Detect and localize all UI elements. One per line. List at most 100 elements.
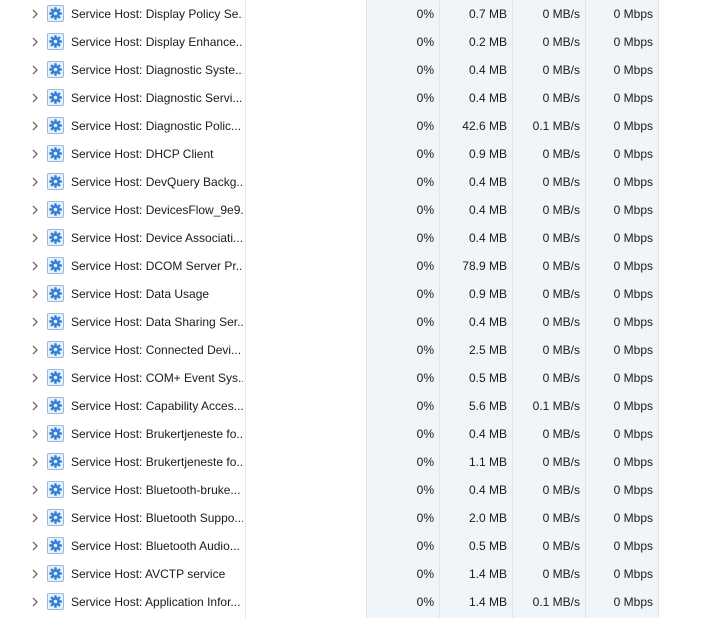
gear-icon: [47, 481, 64, 498]
disk-value: 0.1 MB/s: [532, 399, 580, 413]
process-row[interactable]: Service Host: DevicesFlow_9e9... 0% 0.4 …: [0, 196, 659, 224]
network-value: 0 Mbps: [613, 63, 653, 77]
chevron-right-icon[interactable]: [30, 372, 40, 384]
network-value: 0 Mbps: [613, 147, 653, 161]
process-name: Service Host: Diagnostic Syste...: [71, 63, 243, 77]
cpu-value: 0%: [416, 371, 434, 385]
process-row[interactable]: Service Host: DHCP Client 0% 0.9 MB 0 MB…: [0, 140, 659, 168]
memory-value: 2.5 MB: [468, 343, 507, 357]
process-row[interactable]: Service Host: Brukertjeneste fo... 0% 0.…: [0, 420, 659, 448]
chevron-right-icon[interactable]: [30, 512, 40, 524]
chevron-right-icon[interactable]: [30, 8, 40, 20]
memory-value: 0.4 MB: [468, 427, 507, 441]
process-name: Service Host: Connected Devi...: [71, 343, 242, 357]
chevron-right-icon[interactable]: [30, 344, 40, 356]
cpu-value: 0%: [416, 203, 434, 217]
chevron-right-icon[interactable]: [30, 288, 40, 300]
disk-value: 0 MB/s: [542, 175, 580, 189]
disk-value: 0.1 MB/s: [532, 119, 580, 133]
network-value: 0 Mbps: [613, 7, 653, 21]
process-row[interactable]: Service Host: Bluetooth Audio... 0% 0.5 …: [0, 532, 659, 560]
gear-icon: [47, 33, 64, 50]
process-row[interactable]: Service Host: Data Usage 0% 0.9 MB 0 MB/…: [0, 280, 659, 308]
chevron-right-icon[interactable]: [30, 120, 40, 132]
process-row[interactable]: Service Host: Bluetooth-bruke... 0% 0.4 …: [0, 476, 659, 504]
process-row[interactable]: Service Host: Brukertjeneste fo... 0% 1.…: [0, 448, 659, 476]
network-value: 0 Mbps: [613, 343, 653, 357]
process-name: Service Host: Brukertjeneste fo...: [71, 427, 243, 441]
memory-value: 0.4 MB: [468, 483, 507, 497]
disk-value: 0 MB/s: [542, 231, 580, 245]
gear-icon: [47, 453, 64, 470]
process-row[interactable]: Service Host: Capability Acces... 0% 5.6…: [0, 392, 659, 420]
cpu-value: 0%: [416, 455, 434, 469]
disk-value: 0 MB/s: [542, 511, 580, 525]
process-row[interactable]: Service Host: AVCTP service 0% 1.4 MB 0 …: [0, 560, 659, 588]
cpu-value: 0%: [416, 287, 434, 301]
network-value: 0 Mbps: [613, 539, 653, 553]
process-row[interactable]: Service Host: Device Associati... 0% 0.4…: [0, 224, 659, 252]
memory-value: 0.5 MB: [468, 371, 507, 385]
process-row[interactable]: Service Host: Diagnostic Servi... 0% 0.4…: [0, 84, 659, 112]
chevron-right-icon[interactable]: [30, 260, 40, 272]
gear-icon: [47, 593, 64, 610]
memory-value: 0.4 MB: [468, 231, 507, 245]
process-row[interactable]: Service Host: DevQuery Backg... 0% 0.4 M…: [0, 168, 659, 196]
process-row[interactable]: Service Host: Connected Devi... 0% 2.5 M…: [0, 336, 659, 364]
disk-value: 0 MB/s: [542, 91, 580, 105]
memory-value: 1.1 MB: [468, 455, 507, 469]
chevron-right-icon[interactable]: [30, 316, 40, 328]
chevron-right-icon[interactable]: [30, 148, 40, 160]
network-value: 0 Mbps: [613, 315, 653, 329]
gear-icon: [47, 397, 64, 414]
chevron-right-icon[interactable]: [30, 92, 40, 104]
disk-value: 0 MB/s: [542, 63, 580, 77]
disk-value: 0 MB/s: [542, 455, 580, 469]
memory-value: 0.4 MB: [468, 63, 507, 77]
network-value: 0 Mbps: [613, 511, 653, 525]
gear-icon: [47, 229, 64, 246]
disk-value: 0 MB/s: [542, 287, 580, 301]
disk-value: 0 MB/s: [542, 343, 580, 357]
chevron-right-icon[interactable]: [30, 568, 40, 580]
process-row[interactable]: Service Host: Display Enhance... 0% 0.2 …: [0, 28, 659, 56]
gear-icon: [47, 117, 64, 134]
process-name: Service Host: Bluetooth Suppo...: [71, 511, 243, 525]
cpu-value: 0%: [416, 91, 434, 105]
chevron-right-icon[interactable]: [30, 484, 40, 496]
gear-icon: [47, 61, 64, 78]
chevron-right-icon[interactable]: [30, 400, 40, 412]
memory-value: 0.5 MB: [468, 539, 507, 553]
chevron-right-icon[interactable]: [30, 232, 40, 244]
gear-icon: [47, 89, 64, 106]
memory-value: 78.9 MB: [462, 259, 507, 273]
process-row[interactable]: Service Host: DCOM Server Pr... 0% 78.9 …: [0, 252, 659, 280]
process-name: Service Host: Data Usage: [71, 287, 210, 301]
gear-icon: [47, 341, 64, 358]
process-row[interactable]: Service Host: Diagnostic Polic... 0% 42.…: [0, 112, 659, 140]
cpu-value: 0%: [416, 595, 434, 609]
chevron-right-icon[interactable]: [30, 596, 40, 608]
process-row[interactable]: Service Host: COM+ Event Sys... 0% 0.5 M…: [0, 364, 659, 392]
network-value: 0 Mbps: [613, 399, 653, 413]
disk-value: 0 MB/s: [542, 567, 580, 581]
chevron-right-icon[interactable]: [30, 428, 40, 440]
chevron-right-icon[interactable]: [30, 64, 40, 76]
process-row[interactable]: Service Host: Display Policy Se... 0% 0.…: [0, 0, 659, 28]
chevron-right-icon[interactable]: [30, 36, 40, 48]
network-value: 0 Mbps: [613, 91, 653, 105]
cpu-value: 0%: [416, 119, 434, 133]
network-value: 0 Mbps: [613, 35, 653, 49]
chevron-right-icon[interactable]: [30, 176, 40, 188]
process-row[interactable]: Service Host: Application Infor... 0% 1.…: [0, 588, 659, 616]
disk-value: 0 MB/s: [542, 35, 580, 49]
chevron-right-icon[interactable]: [30, 456, 40, 468]
process-row[interactable]: Service Host: Diagnostic Syste... 0% 0.4…: [0, 56, 659, 84]
process-name: Service Host: Bluetooth Audio...: [71, 539, 240, 553]
chevron-right-icon[interactable]: [30, 540, 40, 552]
cpu-value: 0%: [416, 343, 434, 357]
network-value: 0 Mbps: [613, 427, 653, 441]
chevron-right-icon[interactable]: [30, 204, 40, 216]
process-row[interactable]: Service Host: Bluetooth Suppo... 0% 2.0 …: [0, 504, 659, 532]
process-row[interactable]: Service Host: Data Sharing Ser... 0% 0.4…: [0, 308, 659, 336]
